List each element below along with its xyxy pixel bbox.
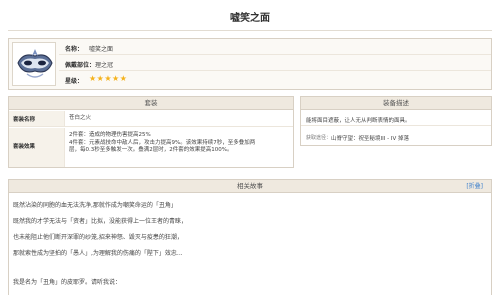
- story-line: 既然沾染的同胞的血无法洗净,那就作成为嘲笑命运的「丑角」: [13, 202, 177, 209]
- set-panel-header: 套装: [9, 97, 293, 110]
- set-name-value: 苍白之火: [69, 115, 92, 121]
- story-panel-title: 相关故事: [237, 182, 263, 190]
- set-effect-line: 层，每0.3秒至多触发一次。叠满2层时，2件套的效果提高100%。: [69, 147, 233, 153]
- rarity-label: 星级：: [65, 78, 84, 85]
- story-line: 我是名为「丑角」的皮耶罗。请听我说：: [13, 279, 122, 286]
- slot-label: 佩戴部位：: [65, 62, 96, 69]
- story-line: 也未能阻止他们断开深罪的纱笼,招来神怒、毁灭与疫患的狂潮，: [13, 234, 183, 241]
- source-label: 获取途径：: [306, 135, 332, 141]
- set-effect-text: 2件套：造成的物理伤害提高25% 4件套：元素战技命中敌人后，攻击力提高9%。该…: [69, 132, 291, 155]
- mask-icon: [17, 49, 53, 78]
- description-panel: 装备描述 能将面目遮蔽，让人无从判断表情的面具。 获取途径： 山脊守望：祝圣秘境…: [300, 96, 492, 146]
- info-row-name: 名称： 嘘笑之面: [59, 40, 491, 55]
- set-effect-line: 2件套：造成的物理伤害提高25%: [69, 132, 151, 138]
- page-title: 嘘笑之面: [230, 13, 270, 24]
- name-label: 名称：: [65, 46, 84, 53]
- set-effect-line: 4件套：元素战技命中敌人后，攻击力提高9%。该效果持续7秒，至多叠加两: [69, 139, 256, 146]
- set-name-row: 套装名称 苍白之火: [9, 111, 293, 127]
- story-panel: 相关故事 [折叠] 既然沾染的同胞的血无法洗净,那就作成为嘲笑命运的「丑角」 既…: [8, 179, 492, 295]
- fold-link[interactable]: [折叠]: [466, 180, 483, 193]
- name-value: 嘘笑之面: [89, 46, 114, 53]
- set-effect-label: 套装效果: [9, 128, 65, 167]
- description-divider: [301, 125, 491, 126]
- set-name-label: 套装名称: [9, 111, 65, 126]
- rarity-stars: ★★★★★: [89, 74, 128, 83]
- item-mask-image: [12, 42, 56, 86]
- set-effect-row: 套装效果 2件套：造成的物理伤害提高25% 4件套：元素战技命中敌人后，攻击力提…: [9, 128, 293, 167]
- set-panel: 套装 套装名称 苍白之火 套装效果 2件套：造成的物理伤害提高25% 4件套：元…: [8, 96, 294, 168]
- story-line: 那就索性成为坚拍的「愚人」,为理解我的伤痛的「陛下」效忠...: [13, 250, 183, 257]
- item-info-box: 名称： 嘘笑之面 佩戴部位： 理之冠 星级： ★★★★★: [8, 38, 492, 90]
- slot-value: 理之冠: [95, 62, 114, 69]
- title-divider: [8, 30, 492, 31]
- info-row-rarity: 星级： ★★★★★: [59, 72, 491, 87]
- info-row-slot: 佩戴部位： 理之冠: [59, 56, 491, 71]
- description-text: 能将面目遮蔽，让人无从判断表情的面具。: [306, 118, 411, 124]
- source-value: 山脊守望：祝圣秘境III - IV 掉落: [331, 136, 409, 142]
- description-panel-header: 装备描述: [301, 97, 491, 110]
- story-line: 既然我的才学无法与「资者」比拟，没能获得上一位王者的青睐，: [13, 218, 188, 225]
- story-panel-header: 相关故事 [折叠]: [9, 180, 491, 193]
